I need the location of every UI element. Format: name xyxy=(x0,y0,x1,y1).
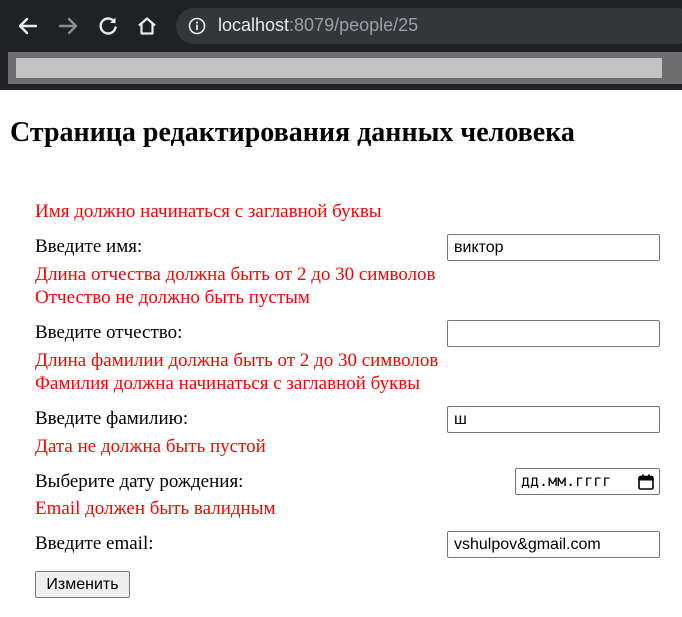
email-input[interactable] xyxy=(447,531,660,558)
bookmarks-bar xyxy=(8,52,682,84)
browser-toolbar: localhost:8079/people/25 xyxy=(0,0,682,90)
patronymic-input[interactable] xyxy=(447,320,660,347)
submit-button[interactable]: Изменить xyxy=(35,571,130,598)
bookmarks-bar-content xyxy=(16,58,662,78)
name-error: Имя должно начинаться с заглавной буквы xyxy=(35,201,382,222)
surname-length-error: Длина фамилии должна быть от 2 до 30 сим… xyxy=(35,350,439,371)
birthdate-input[interactable]: дд.мм.гггг xyxy=(515,468,660,495)
surname-label: Введите фамилию: xyxy=(35,408,189,429)
info-icon[interactable] xyxy=(188,17,206,35)
name-label: Введите имя: xyxy=(35,236,143,257)
calendar-icon[interactable] xyxy=(638,474,654,490)
url-host: localhost xyxy=(218,15,290,35)
page-title: Страница редактирования данных человека xyxy=(10,117,575,148)
surname-capital-error: Фамилия должна начинаться с заглавной бу… xyxy=(35,373,421,394)
forward-icon xyxy=(58,17,78,35)
patronymic-length-error: Длина отчества должна быть от 2 до 30 си… xyxy=(35,264,436,285)
home-icon xyxy=(138,17,156,35)
birthdate-label: Выберите дату рождения: xyxy=(35,471,244,492)
email-label: Введите email: xyxy=(35,533,154,554)
reload-button[interactable] xyxy=(92,10,124,42)
address-bar[interactable]: localhost:8079/people/25 xyxy=(176,8,682,44)
back-button[interactable] xyxy=(12,10,44,42)
name-input[interactable] xyxy=(447,234,660,261)
birthdate-placeholder: дд.мм.гггг xyxy=(521,472,612,490)
home-button[interactable] xyxy=(131,10,163,42)
surname-input[interactable] xyxy=(447,406,660,433)
back-icon xyxy=(18,17,38,35)
reload-icon xyxy=(99,17,117,35)
forward-button[interactable] xyxy=(52,10,84,42)
patronymic-label: Введите отчество: xyxy=(35,322,183,343)
url-path: :8079/people/25 xyxy=(289,15,419,35)
address-url[interactable]: localhost:8079/people/25 xyxy=(218,15,418,36)
patronymic-empty-error: Отчество не должно быть пустым xyxy=(35,287,310,308)
birthdate-error: Дата не должна быть пустой xyxy=(35,436,266,457)
email-error: Email должен быть валидным xyxy=(35,498,276,519)
